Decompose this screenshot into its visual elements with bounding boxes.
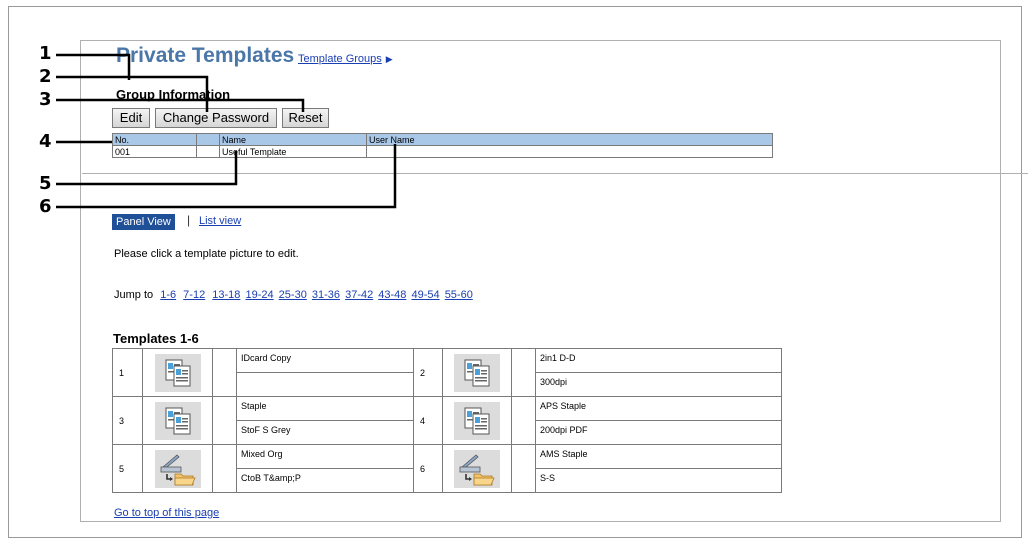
callout-lines (56, 53, 397, 209)
callout-6: 6 (39, 196, 52, 217)
callout-2: 2 (39, 66, 52, 87)
callout-line-2 (56, 75, 209, 112)
callout-5: 5 (39, 173, 52, 194)
callout-line-3 (56, 98, 305, 112)
callout-line-6 (56, 144, 397, 209)
callout-1: 1 (39, 43, 52, 64)
callout-3: 3 (39, 89, 52, 110)
callout-line-5 (56, 151, 238, 186)
callout-4: 4 (39, 131, 52, 152)
